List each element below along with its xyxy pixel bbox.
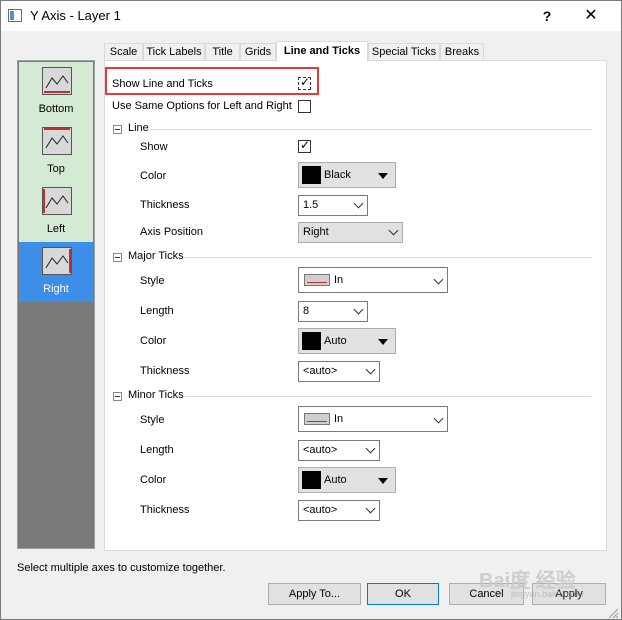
line-thickness-value: 1.5 xyxy=(303,199,319,211)
axis-label-bottom: Bottom xyxy=(38,103,74,115)
minor-style-select[interactable]: In xyxy=(298,406,448,432)
tick-style-icon xyxy=(304,413,330,425)
axis-label-top: Top xyxy=(47,163,65,175)
apply-to-button[interactable]: Apply To... xyxy=(268,583,361,605)
chevron-down-icon xyxy=(433,274,444,285)
line-divider xyxy=(151,129,591,130)
tab-grids[interactable]: Grids xyxy=(240,43,276,61)
color-swatch xyxy=(302,471,321,489)
major-color-label: Color xyxy=(140,335,167,347)
major-ticks-collapse-icon[interactable] xyxy=(113,253,122,262)
line-color-value: Black xyxy=(324,169,351,181)
axis-label-right: Right xyxy=(43,283,69,295)
resize-grip-icon[interactable] xyxy=(605,605,619,619)
show-line-ticks-checkbox[interactable]: ✓ xyxy=(298,75,311,90)
axis-label-left: Left xyxy=(46,223,66,235)
axis-position-select[interactable]: Right xyxy=(298,222,403,243)
minor-length-select[interactable]: <auto> xyxy=(298,440,380,461)
minor-thickness-value: <auto> xyxy=(303,504,338,516)
line-collapse-icon[interactable] xyxy=(113,125,122,134)
tab-tick-labels[interactable]: Tick Labels xyxy=(143,43,205,61)
window-icon xyxy=(8,9,22,22)
chevron-down-icon xyxy=(388,225,399,236)
axis-list: Bottom Top Left Right xyxy=(17,60,95,549)
major-color-value: Auto xyxy=(324,335,347,347)
tick-style-icon xyxy=(304,274,330,286)
line-show-checkbox[interactable]: ✓ xyxy=(298,138,311,153)
minor-thickness-label: Thickness xyxy=(140,504,190,516)
major-length-label: Length xyxy=(140,305,174,317)
major-length-value: 8 xyxy=(303,305,310,317)
tab-special-ticks[interactable]: Special Ticks xyxy=(368,43,440,61)
chevron-down-icon xyxy=(365,503,376,514)
line-section-title: Line xyxy=(128,122,149,134)
minor-ticks-divider xyxy=(185,396,591,397)
minor-color-label: Color xyxy=(140,474,167,486)
line-color-label: Color xyxy=(140,170,167,182)
major-thickness-label: Thickness xyxy=(140,365,190,377)
chevron-down-icon xyxy=(365,364,376,375)
line-show-label: Show xyxy=(140,141,168,153)
color-swatch xyxy=(302,332,321,350)
axis-left-icon xyxy=(42,187,72,215)
same-options-checkbox[interactable] xyxy=(298,100,311,113)
major-ticks-divider xyxy=(185,257,591,258)
axis-item-right[interactable]: Right xyxy=(19,242,93,302)
window-title: Y Axis - Layer 1 xyxy=(30,8,121,23)
major-style-value: In xyxy=(334,274,344,286)
axis-bottom-icon xyxy=(42,67,72,95)
check-icon: ✓ xyxy=(300,138,311,152)
axis-position-value: Right xyxy=(303,226,329,238)
color-swatch xyxy=(302,166,321,184)
minor-style-label: Style xyxy=(140,414,165,426)
major-thickness-select[interactable]: <auto> xyxy=(298,361,380,382)
major-ticks-title: Major Ticks xyxy=(128,250,184,262)
minor-style-value: In xyxy=(334,413,344,425)
tab-scale[interactable]: Scale xyxy=(104,43,143,61)
dropdown-arrow-icon xyxy=(378,173,388,179)
chevron-down-icon xyxy=(365,443,376,454)
minor-ticks-title: Minor Ticks xyxy=(128,389,184,401)
axis-item-top[interactable]: Top xyxy=(19,122,93,182)
minor-ticks-collapse-icon[interactable] xyxy=(113,392,122,401)
line-color-select[interactable]: Black xyxy=(298,162,396,188)
tab-breaks[interactable]: Breaks xyxy=(440,43,484,61)
minor-color-select[interactable]: Auto xyxy=(298,467,396,493)
axis-item-bottom[interactable]: Bottom xyxy=(19,62,93,122)
axis-right-icon xyxy=(42,247,72,275)
same-options-label: Use Same Options for Left and Right xyxy=(112,100,292,112)
dropdown-arrow-icon xyxy=(378,339,388,345)
tab-line-and-ticks[interactable]: Line and Ticks xyxy=(276,41,368,62)
tab-title[interactable]: Title xyxy=(205,43,240,61)
minor-length-label: Length xyxy=(140,444,174,456)
dropdown-arrow-icon xyxy=(378,478,388,484)
line-thickness-label: Thickness xyxy=(140,199,190,211)
ok-button[interactable]: OK xyxy=(367,583,439,605)
axis-item-left[interactable]: Left xyxy=(19,182,93,242)
chevron-down-icon xyxy=(433,413,444,424)
axis-top-icon xyxy=(42,127,72,155)
minor-length-value: <auto> xyxy=(303,444,338,456)
show-line-ticks-label: Show Line and Ticks xyxy=(112,78,213,90)
major-thickness-value: <auto> xyxy=(303,365,338,377)
apply-button[interactable]: Apply xyxy=(532,583,606,605)
axis-position-label: Axis Position xyxy=(140,226,203,238)
help-button[interactable]: ? xyxy=(536,5,558,27)
title-bar: Y Axis - Layer 1 ? ✕ xyxy=(1,1,621,31)
major-style-select[interactable]: In xyxy=(298,267,448,293)
major-style-label: Style xyxy=(140,275,165,287)
close-button[interactable]: ✕ xyxy=(576,5,606,27)
status-text: Select multiple axes to customize togeth… xyxy=(17,562,226,574)
major-length-select[interactable]: 8 xyxy=(298,301,368,322)
axis-dialog: Y Axis - Layer 1 ? ✕ Bottom Top Left Rig… xyxy=(0,0,622,620)
check-icon: ✓ xyxy=(300,75,311,89)
chevron-down-icon xyxy=(353,198,364,209)
line-thickness-select[interactable]: 1.5 xyxy=(298,195,368,216)
chevron-down-icon xyxy=(353,304,364,315)
cancel-button[interactable]: Cancel xyxy=(449,583,524,605)
minor-color-value: Auto xyxy=(324,474,347,486)
major-color-select[interactable]: Auto xyxy=(298,328,396,354)
minor-thickness-select[interactable]: <auto> xyxy=(298,500,380,521)
